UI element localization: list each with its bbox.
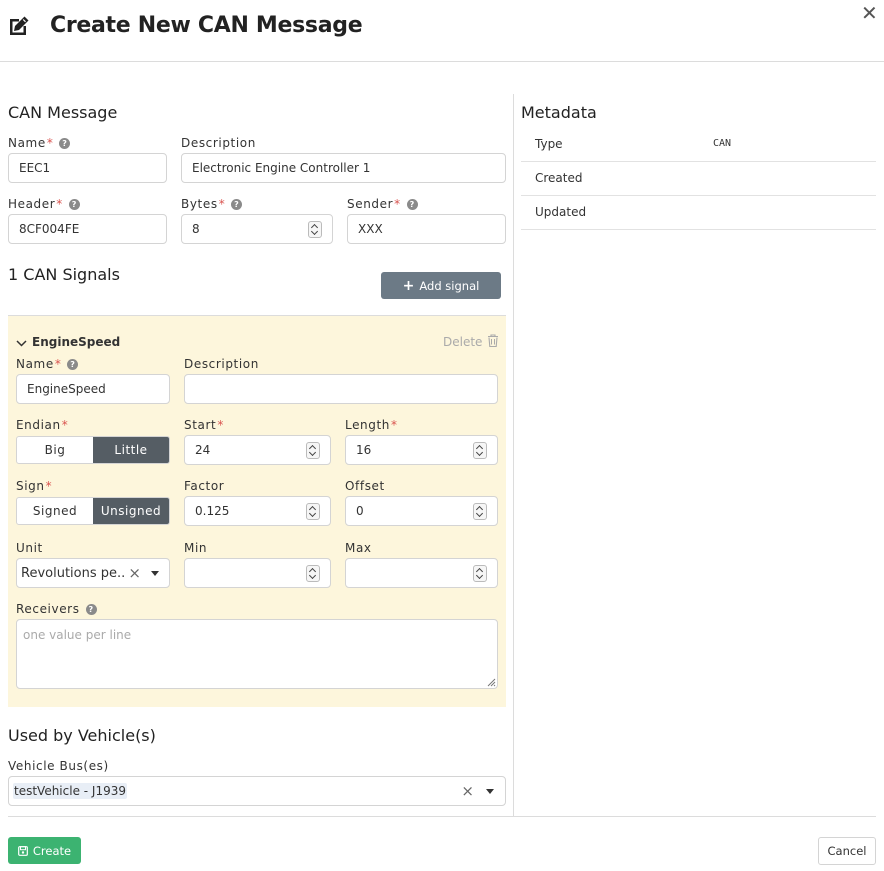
- endian-little-option[interactable]: Little: [93, 437, 169, 463]
- close-icon[interactable]: ✕: [861, 3, 878, 23]
- signal-title[interactable]: EngineSpeed: [32, 335, 120, 349]
- metadata-heading: Metadata: [521, 103, 597, 122]
- spinner-icon[interactable]: [473, 503, 487, 520]
- metadata-row: Created: [521, 162, 876, 196]
- metadata-value: CAN: [713, 138, 732, 149]
- factor-value: 0.125: [195, 504, 230, 518]
- chevron-down-icon[interactable]: [16, 338, 27, 349]
- signal-name-label: Name*?: [16, 357, 79, 371]
- description-label: Description: [181, 136, 256, 150]
- length-value: 16: [356, 443, 372, 457]
- min-stepper[interactable]: [184, 558, 331, 588]
- signal-name-input[interactable]: EngineSpeed: [16, 374, 170, 404]
- header-label: Header*?: [8, 197, 80, 211]
- offset-label: Offset: [345, 479, 385, 493]
- signal-description-input[interactable]: [184, 374, 498, 404]
- name-label: Name*?: [8, 136, 71, 150]
- spinner-icon[interactable]: [308, 221, 322, 238]
- length-stepper[interactable]: 16: [345, 435, 498, 465]
- unit-label: Unit: [16, 541, 43, 555]
- spinner-icon[interactable]: [306, 503, 320, 520]
- clear-icon[interactable]: ×: [128, 564, 141, 582]
- metadata-key: Updated: [535, 205, 587, 219]
- save-icon: [17, 845, 28, 856]
- start-stepper[interactable]: 24: [184, 435, 331, 465]
- help-icon[interactable]: ?: [85, 604, 97, 615]
- bytes-label: Bytes*?: [181, 197, 243, 211]
- message-name-input[interactable]: EEC1: [8, 153, 167, 183]
- metadata-row: Type CAN: [521, 128, 876, 162]
- help-icon[interactable]: ?: [67, 359, 79, 370]
- spinner-icon[interactable]: [473, 442, 487, 459]
- sender-label: Sender*?: [347, 197, 418, 211]
- trash-icon[interactable]: [487, 334, 499, 347]
- bytes-value: 8: [192, 222, 200, 236]
- metadata-key: Type: [535, 137, 563, 151]
- sign-toggle[interactable]: Signed Unsigned: [16, 497, 170, 525]
- endian-label: Endian*: [16, 418, 69, 432]
- length-label: Length*: [345, 418, 398, 432]
- clear-icon[interactable]: ×: [461, 782, 474, 800]
- min-label: Min: [184, 541, 208, 555]
- offset-stepper[interactable]: 0: [345, 496, 498, 526]
- offset-value: 0: [356, 504, 364, 518]
- factor-stepper[interactable]: 0.125: [184, 496, 331, 526]
- message-header-input[interactable]: 8CF004FE: [8, 214, 167, 244]
- factor-label: Factor: [184, 479, 225, 493]
- help-icon[interactable]: ?: [231, 199, 243, 210]
- can-message-heading: CAN Message: [8, 103, 118, 122]
- add-signal-button[interactable]: + Add signal: [381, 272, 501, 299]
- footer-divider: [8, 816, 876, 817]
- sign-unsigned-option[interactable]: Unsigned: [93, 498, 169, 524]
- sign-signed-option[interactable]: Signed: [17, 498, 93, 524]
- edit-icon: [10, 16, 29, 35]
- bytes-stepper[interactable]: 8: [181, 214, 333, 244]
- vehicle-bus-select[interactable]: testVehicle - J1939 ×: [8, 776, 506, 806]
- sender-input[interactable]: XXX: [347, 214, 506, 244]
- vehicle-bus-label: Vehicle Bus(es): [8, 759, 109, 773]
- metadata-key: Created: [535, 171, 583, 185]
- delete-signal-button[interactable]: Delete: [443, 335, 482, 349]
- sign-label: Sign*: [16, 479, 53, 493]
- spinner-icon[interactable]: [306, 442, 320, 459]
- dropdown-caret-icon[interactable]: [151, 570, 159, 576]
- endian-toggle[interactable]: Big Little: [16, 436, 170, 464]
- vehicle-bus-tag[interactable]: testVehicle - J1939: [13, 783, 127, 799]
- start-value: 24: [195, 443, 211, 457]
- message-description-input[interactable]: Electronic Engine Controller 1: [181, 153, 506, 183]
- spinner-icon[interactable]: [473, 565, 487, 582]
- metadata-row: Updated: [521, 196, 876, 230]
- max-stepper[interactable]: [345, 558, 498, 588]
- signal-description-label: Description: [184, 357, 259, 371]
- spinner-icon[interactable]: [306, 565, 320, 582]
- receivers-label: Receivers?: [16, 602, 97, 616]
- dialog-title: Create New CAN Message: [50, 13, 363, 38]
- max-label: Max: [345, 541, 372, 555]
- unit-value: Revolutions pe...: [21, 565, 125, 581]
- receivers-textarea[interactable]: one value per line: [16, 619, 498, 689]
- vehicles-heading: Used by Vehicle(s): [8, 726, 156, 745]
- signals-heading: 1 CAN Signals: [8, 265, 120, 284]
- resize-handle-icon[interactable]: [486, 677, 496, 687]
- cancel-button[interactable]: Cancel: [818, 837, 876, 865]
- unit-select[interactable]: Revolutions pe... ×: [16, 558, 170, 588]
- column-divider: [513, 94, 514, 816]
- endian-big-option[interactable]: Big: [17, 437, 93, 463]
- header-divider: [0, 61, 884, 62]
- dropdown-caret-icon[interactable]: [486, 788, 494, 794]
- help-icon[interactable]: ?: [59, 138, 71, 149]
- plus-icon: +: [402, 277, 415, 294]
- help-icon[interactable]: ?: [68, 199, 80, 210]
- start-label: Start*: [184, 418, 224, 432]
- create-button[interactable]: Create: [8, 837, 81, 864]
- help-icon[interactable]: ?: [406, 199, 418, 210]
